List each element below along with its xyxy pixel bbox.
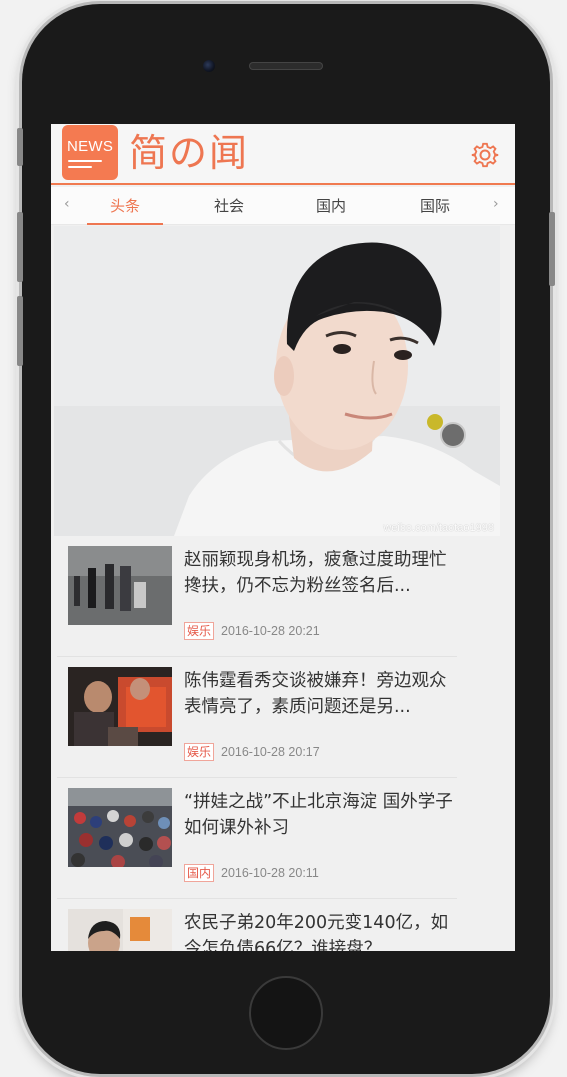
app-header: NEWS 简の闻: [51, 124, 515, 185]
news-title: “拼娃之战”不止北京海淀 国外学子如何课外补习: [184, 792, 453, 838]
news-thumbnail: [68, 546, 172, 625]
news-thumbnail: [68, 667, 172, 746]
news-item[interactable]: 陈伟霆看秀交谈被嫌弃！旁边观众表情亮了，素质问题还是另... 娱乐 2016-1…: [57, 657, 457, 778]
news-timestamp: 2016-10-28 20:11: [221, 866, 319, 880]
news-list: 赵丽颖现身机场，疲惫过度助理忙搀扶，仍不忘为粉丝签名后... 娱乐 2016-1…: [57, 536, 457, 951]
tab-headline[interactable]: 头条: [87, 187, 163, 225]
logo-line: [68, 160, 102, 162]
news-title: 陈伟霆看秀交谈被嫌弃！旁边观众表情亮了，素质问题还是另...: [184, 671, 447, 717]
volume-up-button: [17, 212, 23, 282]
silent-switch: [17, 128, 23, 166]
hero-portrait-image: [54, 226, 500, 536]
power-button: [549, 212, 555, 286]
logo-line: [68, 166, 92, 168]
app-title: 简の闻: [129, 131, 250, 175]
assistive-dot: [427, 414, 443, 430]
news-logo: NEWS: [62, 125, 118, 180]
news-item[interactable]: 农民子弟20年200元变140亿，如今怎负债66亿？谁接盘？: [57, 899, 457, 951]
category-tabs: ‹ 头条 社会 国内 国际 ›: [51, 187, 515, 225]
news-title: 农民子弟20年200元变140亿，如今怎负债66亿？谁接盘？: [184, 913, 449, 951]
earpiece-speaker: [249, 62, 323, 70]
logo-text: NEWS: [67, 138, 114, 155]
chevron-right-icon[interactable]: ›: [493, 196, 499, 212]
assistive-touch-button[interactable]: [440, 422, 466, 448]
news-thumbnail: [68, 788, 172, 867]
app-screen: NEWS 简の闻 ‹ 头条 社会 国内 国际 › weibo.com/taota…: [51, 124, 515, 951]
hero-banner[interactable]: weibo.com/taotao1998: [54, 226, 500, 536]
front-camera: [203, 60, 215, 72]
category-badge: 国内: [184, 864, 215, 882]
news-thumbnail: [68, 909, 172, 951]
home-button[interactable]: [249, 976, 323, 1050]
tab-international[interactable]: 国际: [397, 187, 473, 225]
news-title: 赵丽颖现身机场，疲惫过度助理忙搀扶，仍不忘为粉丝签名后...: [184, 550, 447, 596]
news-timestamp: 2016-10-28 20:17: [221, 745, 320, 759]
category-badge: 娱乐: [184, 622, 215, 640]
image-watermark: weibo.com/taotao1998: [383, 522, 494, 534]
news-timestamp: 2016-10-28 20:21: [221, 624, 320, 638]
category-badge: 娱乐: [184, 743, 215, 761]
news-item[interactable]: 赵丽颖现身机场，疲惫过度助理忙搀扶，仍不忘为粉丝签名后... 娱乐 2016-1…: [57, 536, 457, 657]
tab-society[interactable]: 社会: [191, 187, 267, 225]
volume-down-button: [17, 296, 23, 366]
tab-domestic[interactable]: 国内: [293, 187, 369, 225]
gear-icon[interactable]: [471, 141, 499, 169]
chevron-left-icon[interactable]: ‹: [64, 196, 70, 212]
news-item[interactable]: “拼娃之战”不止北京海淀 国外学子如何课外补习 国内 2016-10-28 20…: [57, 778, 457, 899]
